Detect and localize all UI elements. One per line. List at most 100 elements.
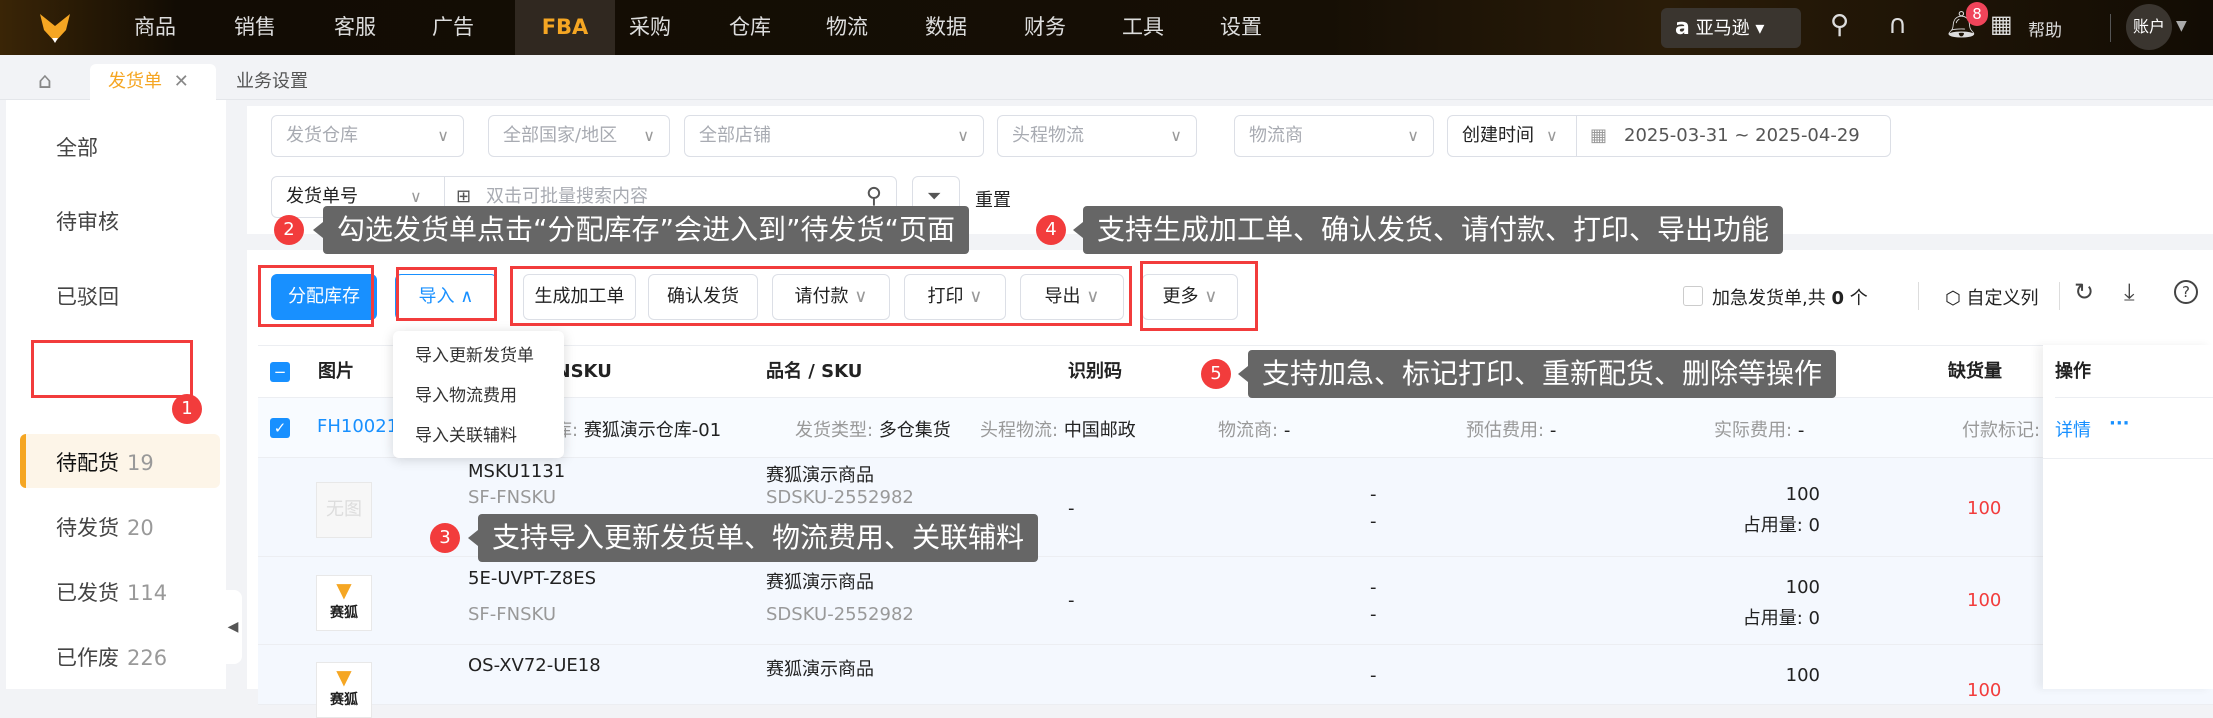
identifier-code: - [1068,498,1075,519]
chevron-down-icon: ∨ [1407,126,1419,145]
chevron-down-icon: ∨ [643,126,655,145]
tab-label: 发货单 [108,71,162,92]
nav-item-service[interactable]: 客服 [305,0,405,55]
sidebar-item-all[interactable]: 全部 [56,132,98,162]
apps-grid-icon[interactable]: ▦ [1990,10,2013,38]
annotation-callout: 支持导入更新发货单、物流费用、关联辅料 [467,514,1039,562]
refresh-icon[interactable]: ↻ [2074,278,2094,306]
column-header-ops: 操作 [2055,345,2213,398]
annotation-number: 4 [1036,215,1066,245]
marketplace-selector[interactable]: a 亚马逊 ▾ [1661,8,1801,48]
annotation-number: 5 [1201,359,1231,389]
menu-item-import-materials[interactable]: 导入关联辅料 [415,421,517,446]
nav-item-ads[interactable]: 广告 [403,0,503,55]
help-link[interactable]: 帮助 [2028,16,2062,41]
fox-logo-icon: ▼ [336,578,352,602]
tab-business-settings[interactable]: 业务设置 [236,64,308,100]
shortage-quantity: 100 [1967,498,2002,519]
date-filter[interactable]: 创建时间 ∨ ▦ 2025-03-31 ~ 2025-04-29 [1447,115,1891,157]
annotation-number: 1 [172,394,202,424]
first-leg-select[interactable]: 头程物流 ∨ [997,115,1197,157]
caret-down-icon[interactable]: ▼ [2176,18,2187,34]
top-nav: 商品 销售 客服 广告 FBA 采购 仓库 物流 数据 财务 工具 设置 a 亚… [0,0,2213,55]
column-header-shortage: 缺货量 [1948,361,2002,382]
store-select[interactable]: 全部店铺 ∨ [684,115,984,157]
shortage-quantity: 100 [1967,590,2002,611]
carrier-select[interactable]: 物流商 ∨ [1234,115,1434,157]
custom-columns-button[interactable]: ⬡ 自定义列 [1945,284,2038,310]
more-actions-icon[interactable]: ··· [2109,413,2130,434]
account-avatar[interactable]: 账户 [2126,4,2172,50]
warehouse-select[interactable]: 发货仓库 ∨ [271,115,464,157]
sidebar-item-rejected[interactable]: 已驳回 [56,281,119,311]
sidebar-item-pending-allocation[interactable]: 待配货 19 [56,447,154,477]
headset-icon[interactable]: ∩ [1888,10,1907,40]
nav-item-settings[interactable]: 设置 [1191,0,1291,55]
column-header-name: 品名 / SKU [766,361,863,382]
order-actual-fee: 实际费用: - [1714,420,1805,441]
annotation-highlight [396,267,497,321]
menu-item-import-update[interactable]: 导入更新发货单 [415,341,534,366]
sidebar-item-voided[interactable]: 已作废 226 [56,642,167,672]
occupied-quantity: 占用量: 0 [1742,515,1820,536]
fnsku: SF-FNSKU [468,487,557,508]
divider [2059,282,2060,310]
country-select[interactable]: 全部国家/地区 ∨ [488,115,670,157]
download-icon[interactable]: ⤓ [2124,278,2135,306]
detail-link[interactable]: 详情 [2055,416,2091,442]
settings-icon: ⬡ [1945,288,1961,309]
quantity: 100 [1785,577,1820,598]
annotation-callout: 勾选发货单点击“分配库存”会进入到”待发货“页面 [312,206,970,254]
nav-item-products[interactable]: 商品 [105,0,205,55]
search-field-select[interactable]: 发货单号 [286,186,358,207]
home-icon[interactable]: ⌂ [38,64,52,100]
reset-button[interactable]: 重置 [975,186,1011,212]
search-icon[interactable]: ⚲ [1830,10,1849,40]
tab-shipment[interactable]: 发货单 ✕ [90,64,216,100]
sidebar-item-pending-shipment[interactable]: 待发货 20 [56,512,154,542]
sidebar-item-pending-review[interactable]: 待审核 [56,206,119,236]
product-image: 无图 [316,482,372,538]
nav-item-purchase[interactable]: 采购 [600,0,700,55]
order-id-link[interactable]: FH10021 [317,416,398,437]
product-name: 赛狐演示商品 [766,659,874,680]
help-icon[interactable]: ? [2174,280,2198,304]
column-header-image: 图片 [318,361,354,382]
urgent-count-label: 加急发货单,共 0 个 [1712,288,1868,309]
annotation-number: 3 [430,523,460,553]
import-dropdown-menu: 导入更新发货单 导入物流费用 导入关联辅料 [393,331,564,458]
fox-logo-icon: ▼ [336,665,352,689]
order-first-leg: 头程物流: 中国邮政 [980,420,1136,441]
urgent-checkbox[interactable] [1683,286,1703,306]
chevron-down-icon: ∨ [437,126,449,145]
collapse-sidebar-button[interactable]: ◀ [224,590,242,664]
occupied-quantity: 占用量: 0 [1742,608,1820,629]
nav-item-finance[interactable]: 财务 [995,0,1095,55]
nav-item-sales[interactable]: 销售 [205,0,305,55]
sidebar-item-shipped[interactable]: 已发货 114 [56,577,167,607]
select-all-checkbox[interactable]: − [270,362,290,382]
shortage-quantity: 100 [1967,680,2002,701]
order-checkbox[interactable]: ✓ [270,418,290,438]
annotation-number: 2 [274,215,304,245]
annotation-callout: 支持加急、标记打印、重新配货、删除等操作 [1237,350,1837,398]
msku: MSKU1131 [468,461,566,482]
menu-item-import-logistics-fee[interactable]: 导入物流费用 [415,381,517,406]
annotation-highlight [510,266,1132,326]
remark-value: - [1370,511,1377,532]
fnsku: SF-FNSKU [468,604,557,625]
time-type-select[interactable]: 创建时间 [1462,125,1534,146]
annotation-highlight [31,340,193,398]
date-range[interactable]: 2025-03-31 ~ 2025-04-29 [1624,116,1860,156]
nav-item-warehouse[interactable]: 仓库 [700,0,800,55]
divider [2110,14,2111,42]
nav-item-tools[interactable]: 工具 [1093,0,1193,55]
nav-item-data[interactable]: 数据 [896,0,996,55]
nav-item-logistics[interactable]: 物流 [797,0,897,55]
close-icon[interactable]: ✕ [174,71,189,92]
product-name: 赛狐演示商品 [766,572,874,593]
marketplace-label: 亚马逊 [1695,18,1750,39]
order-estimated-fee: 预估费用: - [1466,420,1557,441]
remark-value: - [1370,604,1377,625]
logo-icon [40,14,70,43]
